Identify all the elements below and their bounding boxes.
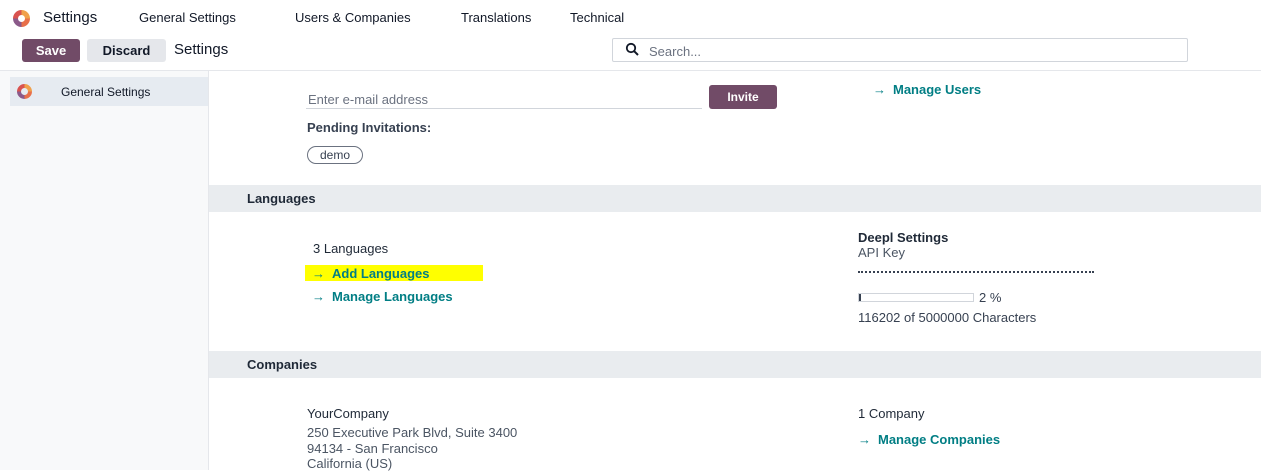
save-button[interactable]: Save <box>22 39 80 62</box>
languages-count: 3 Languages <box>313 241 389 256</box>
invite-email-input[interactable] <box>306 90 702 109</box>
app-logo-icon <box>17 84 32 99</box>
add-languages-link[interactable]: → Add Languages <box>312 266 430 281</box>
usage-progress-fill <box>859 294 861 301</box>
arrow-right-icon: → <box>873 82 886 97</box>
sidebar-item-label: General Settings <box>61 85 151 99</box>
link-label: Manage Companies <box>878 432 1001 447</box>
section-title: Languages <box>247 191 316 206</box>
company-address-line: 94134 - San Francisco <box>307 441 438 456</box>
app-logo-icon[interactable] <box>13 10 30 27</box>
link-label: Manage Languages <box>332 289 453 304</box>
companies-count: 1 Company <box>858 406 925 421</box>
company-address-line: 250 Executive Park Blvd, Suite 3400 <box>307 425 518 440</box>
menu-technical[interactable]: Technical <box>570 10 624 25</box>
pending-invitations-label: Pending Invitations: <box>307 120 432 135</box>
company-address-line: California (US) <box>307 456 393 471</box>
invite-button[interactable]: Invite <box>709 85 777 109</box>
discard-button[interactable]: Discard <box>87 39 166 62</box>
app-name[interactable]: Settings <box>43 9 97 26</box>
usage-percent: 2 % <box>979 290 1002 305</box>
breadcrumb: Settings <box>174 41 229 58</box>
search-bar[interactable] <box>612 38 1188 62</box>
manage-users-link[interactable]: → Manage Users <box>873 82 981 97</box>
section-title: Companies <box>247 357 318 372</box>
pending-invitation-tag[interactable]: demo <box>307 146 364 164</box>
section-header-languages: Languages <box>209 185 1261 212</box>
api-key-field[interactable] <box>858 271 1094 273</box>
arrow-right-icon: → <box>312 266 325 281</box>
search-input[interactable] <box>647 41 1171 61</box>
characters-usage: 116202 of 5000000 Characters <box>858 310 1037 325</box>
settings-sidebar: General Settings <box>0 71 209 470</box>
top-navbar: Settings General Settings Users & Compan… <box>0 0 1261 36</box>
link-label: Add Languages <box>332 266 430 281</box>
company-name: YourCompany <box>307 406 389 421</box>
menu-translations[interactable]: Translations <box>461 10 531 25</box>
link-label: Manage Users <box>893 82 982 97</box>
manage-languages-link[interactable]: → Manage Languages <box>312 289 453 304</box>
menu-general-settings[interactable]: General Settings <box>139 10 236 25</box>
manage-companies-link[interactable]: → Manage Companies <box>858 432 1000 447</box>
menu-users-companies[interactable]: Users & Companies <box>295 10 411 25</box>
sidebar-item-general-settings[interactable]: General Settings <box>10 77 208 106</box>
usage-progress-bar <box>858 293 974 302</box>
section-header-companies: Companies <box>209 351 1261 378</box>
api-key-label: API Key <box>858 245 905 260</box>
search-icon <box>625 42 639 56</box>
arrow-right-icon: → <box>858 432 871 447</box>
deepl-settings-title: Deepl Settings <box>858 230 949 245</box>
arrow-right-icon: → <box>312 289 325 304</box>
